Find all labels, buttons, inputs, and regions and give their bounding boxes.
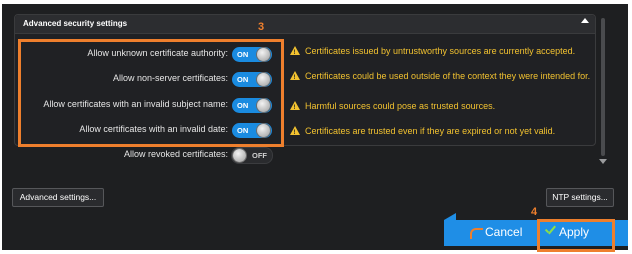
toggle-knob <box>233 149 246 162</box>
panel-title: Advanced security settings <box>23 19 128 28</box>
annotation-number-4: 4 <box>531 206 538 218</box>
warning-text: Harmful sources could pose as trusted so… <box>305 101 496 111</box>
warning-icon <box>290 126 300 139</box>
warning-text: Certificates are trusted even if they ar… <box>305 126 556 136</box>
undo-icon <box>470 228 483 239</box>
checkmark-icon <box>544 225 556 237</box>
warning-icon <box>290 101 300 114</box>
warning-text: Certificates could be used outside of th… <box>305 71 591 81</box>
apply-label: Apply <box>559 225 590 239</box>
vertical-scrollbar[interactable] <box>598 16 608 166</box>
warning-text: Certificates issued by untrustworthy sou… <box>305 46 576 56</box>
toggle-revoked[interactable]: OFF <box>231 147 273 164</box>
apply-button[interactable]: Apply <box>544 225 589 239</box>
warning-icon <box>290 71 300 84</box>
annotation-box-3 <box>18 39 284 147</box>
toggle-state: OFF <box>252 151 267 160</box>
action-bar-tab <box>444 213 456 220</box>
setting-label-revoked: Allow revoked certificates: <box>123 149 228 159</box>
chevron-up-icon[interactable] <box>581 18 589 23</box>
warning-icon <box>290 46 300 59</box>
advanced-settings-button[interactable]: Advanced settings... <box>12 188 104 207</box>
annotation-number-3: 3 <box>258 21 265 33</box>
panel-header[interactable]: Advanced security settings <box>15 15 595 34</box>
ntp-settings-button[interactable]: NTP settings... <box>546 188 614 207</box>
scroll-thumb[interactable] <box>601 18 605 156</box>
scroll-down-arrow-icon[interactable] <box>599 159 607 164</box>
cancel-label: Cancel <box>485 225 523 239</box>
